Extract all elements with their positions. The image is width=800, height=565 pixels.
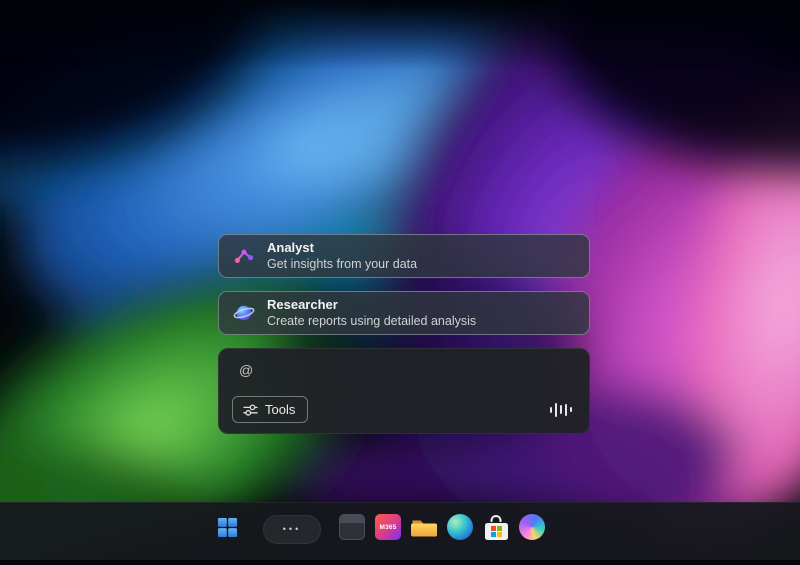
copilot-icon xyxy=(519,514,545,540)
dark-window-app-icon xyxy=(339,514,365,540)
analyst-subtitle: Get insights from your data xyxy=(267,256,417,272)
agent-card-analyst[interactable]: Analyst Get insights from your data xyxy=(218,234,590,278)
sliders-icon xyxy=(243,403,258,417)
microsoft-store-icon xyxy=(483,514,509,540)
windows-start-icon xyxy=(217,517,238,538)
taskbar-app-dark-window[interactable] xyxy=(335,509,369,545)
composer-toolbar: Tools xyxy=(232,396,572,423)
taskbar-app-file-explorer[interactable] xyxy=(407,509,441,545)
taskbar: ••• M365 xyxy=(0,502,800,560)
m365-label: M365 xyxy=(379,524,396,531)
researcher-subtitle: Create reports using detailed analysis xyxy=(267,313,476,329)
analyst-title: Analyst xyxy=(267,240,417,256)
researcher-card-text: Researcher Create reports using detailed… xyxy=(267,297,476,329)
taskbar-app-copilot[interactable] xyxy=(515,509,549,545)
researcher-title: Researcher xyxy=(267,297,476,313)
start-button[interactable] xyxy=(209,509,245,545)
taskbar-app-edge[interactable] xyxy=(443,509,477,545)
windows-flag-icon xyxy=(491,526,502,537)
tools-button[interactable]: Tools xyxy=(232,396,308,423)
edge-icon xyxy=(447,514,473,540)
m365-copilot-icon: M365 xyxy=(375,514,401,540)
taskbar-overflow-button[interactable]: ••• xyxy=(263,515,321,544)
analyst-card-text: Analyst Get insights from your data xyxy=(267,240,417,272)
waveform-icon[interactable] xyxy=(550,401,573,419)
researcher-planet-icon xyxy=(233,302,255,324)
file-explorer-icon xyxy=(411,516,437,538)
copilot-input-box[interactable]: @ Tools xyxy=(218,348,590,434)
composer-at-text: @ xyxy=(239,362,253,378)
agent-card-researcher[interactable]: Researcher Create reports using detailed… xyxy=(218,291,590,335)
taskbar-app-m365-copilot[interactable]: M365 xyxy=(371,509,405,545)
taskbar-icon-row: ••• M365 xyxy=(209,509,551,545)
ellipsis-icon: ••• xyxy=(283,524,301,534)
tools-label: Tools xyxy=(265,402,295,417)
copilot-overlay: Analyst Get insights from your data Rese… xyxy=(218,234,590,434)
analyst-scatter-icon xyxy=(233,245,255,267)
taskbar-app-microsoft-store[interactable] xyxy=(479,509,513,545)
